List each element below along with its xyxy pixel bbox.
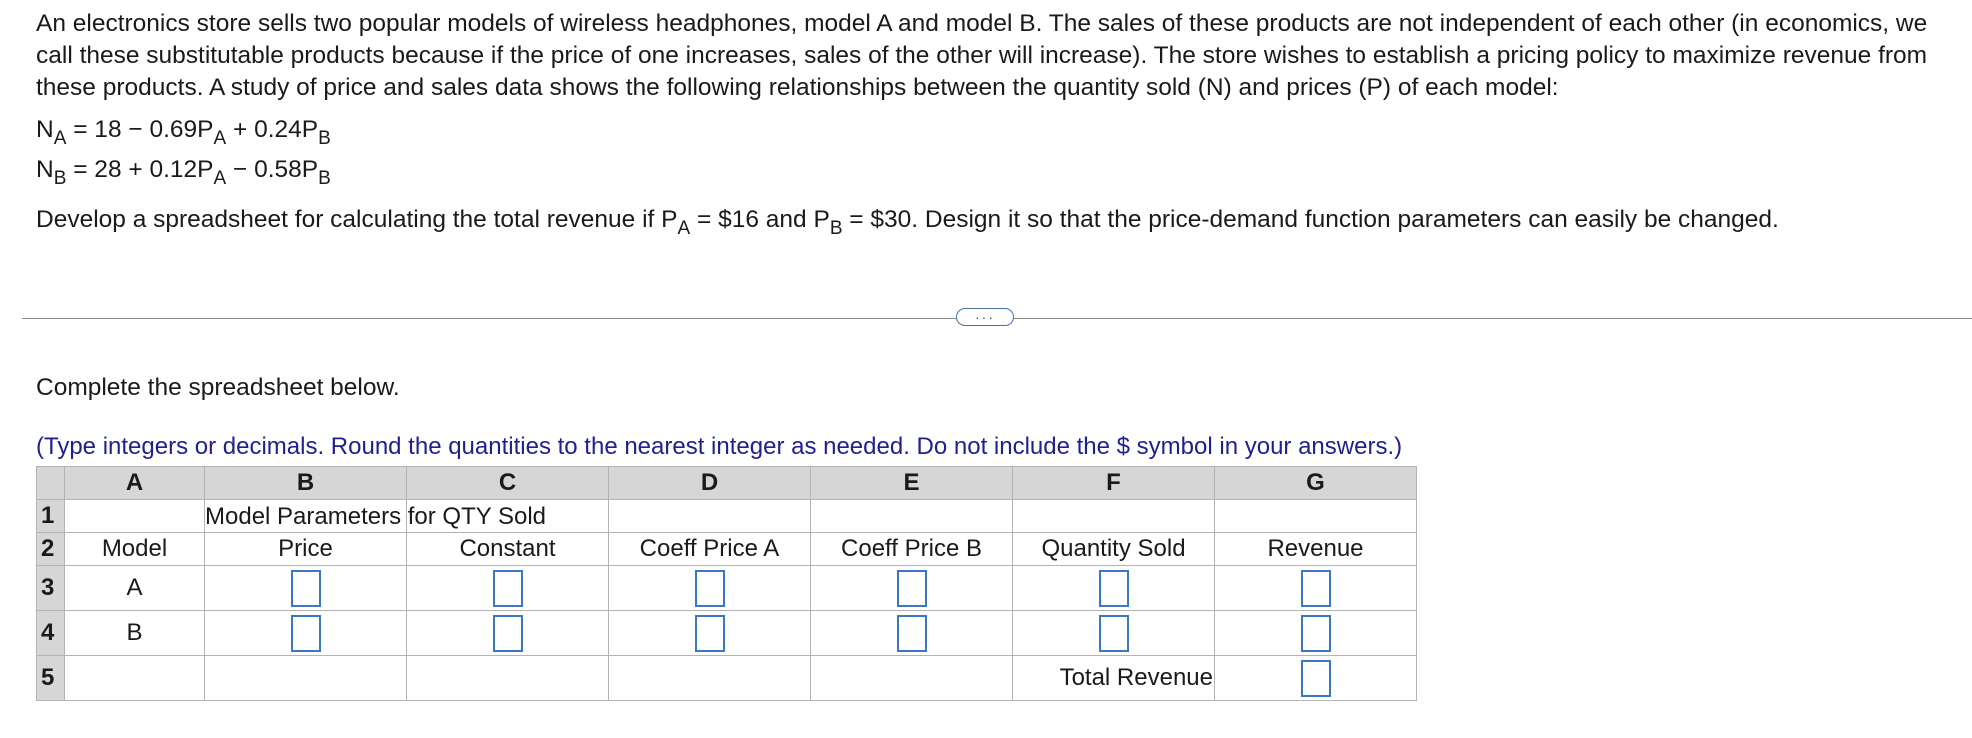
price-a-input[interactable]	[290, 569, 321, 607]
header-constant: Constant	[406, 532, 609, 566]
complete-instruction: Complete the spreadsheet below.	[36, 374, 400, 401]
sheet-row-1: 1 Model Parameters for QTY Sold	[36, 499, 1417, 533]
equation-na: NA = 18 − 0.69PA + 0.24PB	[36, 116, 331, 149]
cell-c5	[406, 655, 609, 701]
coeff-price-b-model-a-input[interactable]	[896, 569, 927, 607]
column-header-b: B	[204, 466, 407, 500]
model-parameters-title: Model Parameters for QTY Sold	[205, 503, 547, 530]
coeff-price-a-model-b-input[interactable]	[694, 614, 725, 652]
header-model: Model	[64, 532, 205, 566]
cell-a1	[64, 499, 205, 533]
cell-e1	[810, 499, 1013, 533]
cell-e4	[810, 610, 1013, 656]
cell-g5	[1214, 655, 1417, 701]
row-number-2: 2	[36, 532, 65, 566]
column-header-e: E	[810, 466, 1013, 500]
model-label-b: B	[64, 610, 205, 656]
cell-g1	[1214, 499, 1417, 533]
cell-c3	[406, 565, 609, 611]
sheet-row-4: 4 B	[36, 610, 1417, 656]
constant-b-input[interactable]	[492, 614, 523, 652]
cell-g4	[1214, 610, 1417, 656]
quantity-sold-b-input[interactable]	[1098, 614, 1129, 652]
cell-d3	[608, 565, 811, 611]
sheet-row-2: 2 Model Price Constant Coeff Price A Coe…	[36, 532, 1417, 566]
sheet-row-5: 5 Total Revenue	[36, 655, 1417, 701]
quantity-sold-a-input[interactable]	[1098, 569, 1129, 607]
problem-instruction: Develop a spreadsheet for calculating th…	[36, 206, 1779, 239]
coeff-price-a-model-a-input[interactable]	[694, 569, 725, 607]
column-header-g: G	[1214, 466, 1417, 500]
expand-more-button[interactable]: ···	[956, 308, 1014, 326]
column-header-f: F	[1012, 466, 1215, 500]
cell-e3	[810, 565, 1013, 611]
cell-b1: Model Parameters for QTY Sold	[204, 499, 546, 533]
problem-statement: An electronics store sells two popular m…	[36, 8, 1956, 239]
row-number-1: 1	[36, 499, 65, 533]
cell-g3	[1214, 565, 1417, 611]
sheet-row-3: 3 A	[36, 565, 1417, 611]
model-label-a: A	[64, 565, 205, 611]
revenue-a-input[interactable]	[1300, 569, 1331, 607]
header-quantity-sold: Quantity Sold	[1012, 532, 1215, 566]
cell-d5	[608, 655, 811, 701]
header-revenue: Revenue	[1214, 532, 1417, 566]
equation-nb: NB = 28 + 0.12PA − 0.58PB	[36, 156, 331, 189]
row-number-4: 4	[36, 610, 65, 656]
header-coeff-price-a: Coeff Price A	[608, 532, 811, 566]
coeff-price-b-model-b-input[interactable]	[896, 614, 927, 652]
price-b-input[interactable]	[290, 614, 321, 652]
problem-intro: An electronics store sells two popular m…	[36, 10, 1928, 101]
cell-a5	[64, 655, 205, 701]
constant-a-input[interactable]	[492, 569, 523, 607]
cell-d1	[608, 499, 811, 533]
total-revenue-input[interactable]	[1300, 659, 1331, 697]
cell-b5	[204, 655, 407, 701]
cell-c4	[406, 610, 609, 656]
column-header-row: A B C D E F G	[36, 466, 1417, 500]
column-header-d: D	[608, 466, 811, 500]
cell-f4	[1012, 610, 1215, 656]
column-header-c: C	[406, 466, 609, 500]
revenue-b-input[interactable]	[1300, 614, 1331, 652]
total-revenue-label: Total Revenue	[1012, 655, 1215, 701]
cell-d4	[608, 610, 811, 656]
corner-cell	[36, 466, 65, 500]
row-number-3: 3	[36, 565, 65, 611]
cell-b4	[204, 610, 407, 656]
header-price: Price	[204, 532, 407, 566]
header-coeff-price-b: Coeff Price B	[810, 532, 1013, 566]
column-header-a: A	[64, 466, 205, 500]
row-number-5: 5	[36, 655, 65, 701]
cell-f1	[1012, 499, 1215, 533]
cell-f3	[1012, 565, 1215, 611]
cell-e5	[810, 655, 1013, 701]
spreadsheet: A B C D E F G 1 Model Parameters for QTY…	[36, 466, 1417, 701]
cell-b3	[204, 565, 407, 611]
answer-hint: (Type integers or decimals. Round the qu…	[36, 433, 1403, 460]
